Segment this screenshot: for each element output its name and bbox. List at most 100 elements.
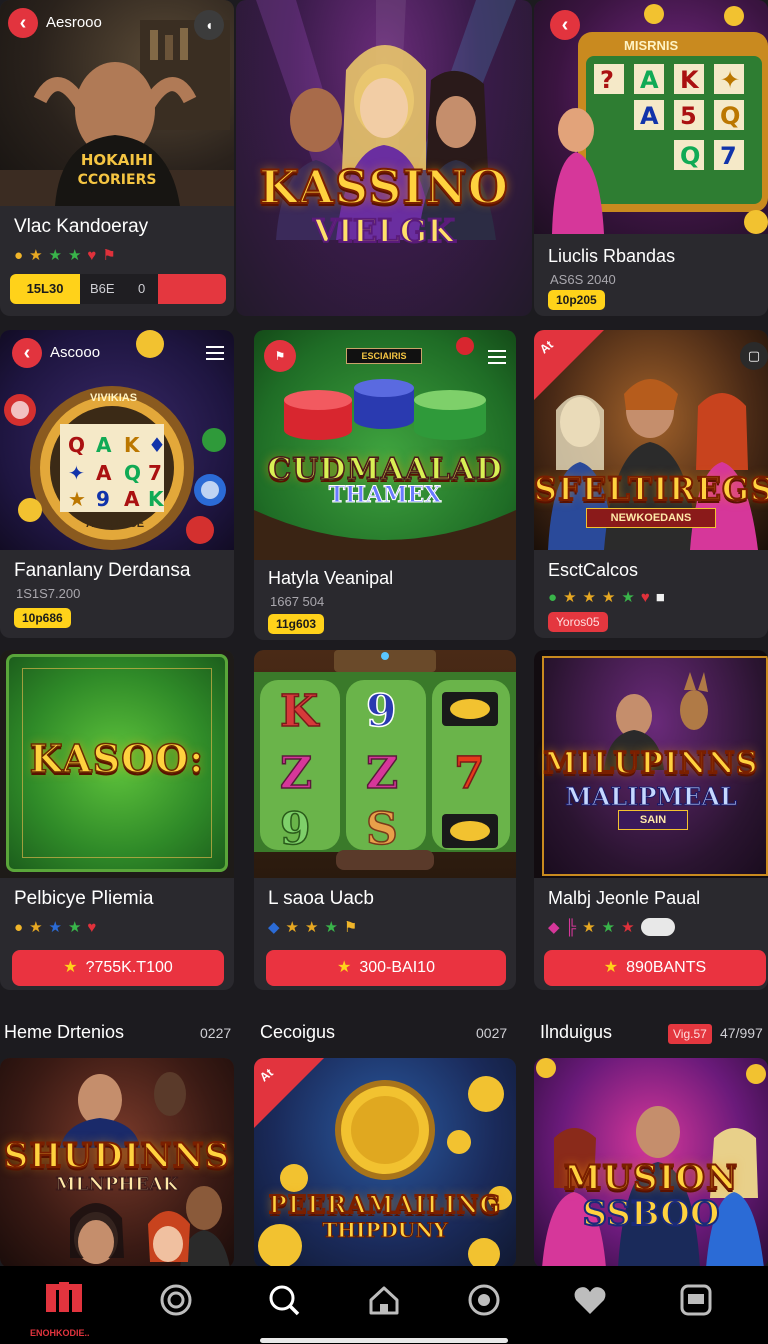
nav-brand[interactable]: [40, 1276, 88, 1324]
play-button[interactable]: ★ 890BANTS: [544, 950, 766, 986]
nav-target-2[interactable]: [460, 1276, 508, 1324]
game-logo: SFELTIREGS: [534, 469, 768, 509]
play-button[interactable]: ★ 300-BAI10: [266, 950, 506, 986]
game-card-12[interactable]: MUSION SSBOO: [534, 1058, 768, 1268]
svg-text:5: 5: [680, 102, 697, 130]
back-button[interactable]: ‹: [12, 338, 42, 368]
nav-target[interactable]: [152, 1276, 200, 1324]
game-title[interactable]: Hatyla Veanipal: [268, 568, 393, 589]
game-card-2[interactable]: KASSINO VIELGK: [236, 0, 532, 316]
svg-text:Q: Q: [124, 461, 141, 485]
coin-icon: ●: [14, 918, 24, 936]
game-card-9[interactable]: MILUPINNS MALIPMEAL SAIN Malbj Jeonle Pa…: [534, 650, 768, 990]
game-title[interactable]: Pelbicye Pliemia: [14, 888, 153, 910]
fullscreen-icon[interactable]: ▢: [740, 342, 768, 370]
heart-icon: ♥: [640, 588, 650, 606]
nav-more[interactable]: [672, 1276, 720, 1324]
star-icon: ★: [582, 589, 596, 606]
card-header-label: Ascooo: [50, 344, 101, 361]
svg-text:K: K: [148, 487, 165, 511]
banner-label: ESCIAIRIS: [346, 348, 422, 364]
game-card-6[interactable]: At ▢ SFELTIREGS NEWKOEDANS EsctCalcos ● …: [534, 330, 768, 638]
game-card-8[interactable]: K 9 Z Z 7 9 S L saoa Uacb: [254, 650, 516, 990]
game-card-10[interactable]: SHUDINNS MLNPHEAK: [0, 1058, 234, 1268]
game-thumbnail[interactable]: At PEERAMAILING THIPDUNY: [254, 1058, 516, 1268]
svg-text:A: A: [96, 461, 112, 485]
play-button-label: 300-BAI10: [359, 959, 435, 976]
reel-symbol: 7: [454, 748, 485, 799]
section-badge: Vig.57: [668, 1024, 712, 1044]
nav-home[interactable]: [360, 1276, 408, 1324]
chip-icon[interactable]: ⚑: [264, 340, 296, 372]
game-card-3[interactable]: ? A K ✦ A 5 Q Q 7 ‹ MISRNIS Liuclis Rban…: [534, 0, 768, 316]
star-icon: ★: [601, 919, 616, 936]
toggle-icon[interactable]: [640, 918, 675, 936]
game-thumbnail[interactable]: Q A K ♦ ✦ A Q 7 ★ 9 A K ‹ Ascooo VIVIKIAS AROUS C…: [0, 330, 234, 550]
game-thumbnail[interactable]: MILUPINNS MALIPMEAL SAIN: [534, 650, 768, 878]
star-icon: ★: [305, 919, 319, 936]
game-thumbnail[interactable]: MUSION SSBOO: [534, 1058, 768, 1268]
game-logo: SHUDINNS: [3, 1135, 231, 1177]
play-button[interactable]: ★ ?755K.T100: [12, 950, 224, 986]
svg-text:Q: Q: [68, 433, 85, 457]
star-icon: ★: [29, 919, 43, 936]
sound-icon[interactable]: ◖: [194, 10, 224, 40]
wheel-sublabel: AROUS CE: [86, 518, 145, 530]
menu-icon[interactable]: [488, 346, 506, 368]
star-icon: ★: [63, 959, 78, 976]
star-icon: ★: [603, 959, 619, 976]
back-button[interactable]: ‹: [550, 10, 580, 40]
game-title[interactable]: Liuclis Rbandas: [548, 246, 675, 267]
section-title[interactable]: Heme Drtenios: [4, 1022, 124, 1043]
svg-text:A: A: [96, 433, 112, 457]
game-sublogo: THAMEX: [328, 482, 442, 509]
game-thumbnail[interactable]: KASSINO VIELGK: [236, 0, 532, 316]
svg-text:✦: ✦: [68, 461, 85, 485]
game-thumbnail[interactable]: HOKAIHI CCORIERS ‹ Aesrooo ◖: [0, 0, 234, 206]
back-button[interactable]: ‹: [8, 8, 38, 38]
game-title[interactable]: L saoa Uacb: [268, 888, 374, 910]
game-thumbnail[interactable]: K 9 Z Z 7 9 S: [254, 650, 516, 878]
game-thumbnail[interactable]: At ▢ SFELTIREGS NEWKOEDANS: [534, 330, 768, 550]
game-sublogo: SSBOO: [582, 1193, 721, 1235]
star-icon: ★: [48, 247, 62, 264]
section-count: 0227: [200, 1025, 232, 1041]
game-thumbnail[interactable]: ⚑ ESCIAIRIS CUDMAALAD THAMEX: [254, 330, 516, 560]
star-icon: ★: [67, 247, 82, 264]
game-thumbnail[interactable]: KASOO:: [0, 650, 234, 878]
game-title[interactable]: EsctCalcos: [548, 560, 638, 581]
star-icon: ★: [337, 959, 352, 976]
game-title[interactable]: Malbj Jeonle Paual: [548, 888, 700, 909]
rating-stars: ● ★ ★ ★ ★ ♥ ■: [548, 588, 665, 607]
coin-icon: ●: [548, 588, 558, 606]
game-thumbnail[interactable]: ? A K ✦ A 5 Q Q 7 ‹ MISRNIS: [534, 0, 768, 234]
game-card-7[interactable]: KASOO: Pelbicye Pliemia: [0, 650, 234, 990]
section-title[interactable]: Ilnduigus: [540, 1022, 612, 1043]
star-icon: ★: [621, 589, 635, 606]
game-card-5[interactable]: ⚑ ESCIAIRIS CUDMAALAD THAMEX Hatyla Vean…: [254, 330, 516, 640]
nav-brand-label: ENOHKODIE..: [30, 1328, 90, 1338]
svg-text:A: A: [640, 66, 659, 94]
header-logo: MISRNIS: [624, 38, 679, 53]
section-title[interactable]: Cecoigus: [260, 1022, 335, 1043]
game-title[interactable]: Vlac Kandoeray: [14, 216, 148, 238]
nav-search[interactable]: [260, 1276, 308, 1324]
svg-text:✦: ✦: [720, 66, 740, 94]
nav-favorites[interactable]: [566, 1276, 614, 1324]
home-indicator[interactable]: [260, 1338, 508, 1343]
game-card-1[interactable]: HOKAIHI CCORIERS ‹ Aesrooo ◖ Vlac Kandoe…: [0, 0, 234, 316]
game-logo: PEERAMAILING: [268, 1189, 502, 1220]
stats-value: B6E: [90, 281, 115, 296]
rating-stars: ● ★ ★ ★ ♥: [14, 918, 96, 937]
heart-icon: [574, 1287, 606, 1314]
game-meta: 1S1S7.200: [16, 586, 81, 601]
game-meta: 1667 504: [270, 594, 325, 609]
bottom-nav: ENOHKODIE..: [0, 1266, 768, 1344]
game-thumbnail[interactable]: SHUDINNS MLNPHEAK: [0, 1058, 234, 1268]
game-title[interactable]: Fananlany Derdansa: [14, 560, 190, 582]
menu-icon[interactable]: [206, 342, 224, 364]
star-icon: ★: [324, 919, 338, 936]
star-icon: ★: [48, 919, 62, 936]
game-card-4[interactable]: Q A K ♦ ✦ A Q 7 ★ 9 A K ‹ Ascooo VIVIKIAS AROUS C…: [0, 330, 234, 638]
game-card-11[interactable]: At PEERAMAILING THIPDUNY: [254, 1058, 516, 1268]
